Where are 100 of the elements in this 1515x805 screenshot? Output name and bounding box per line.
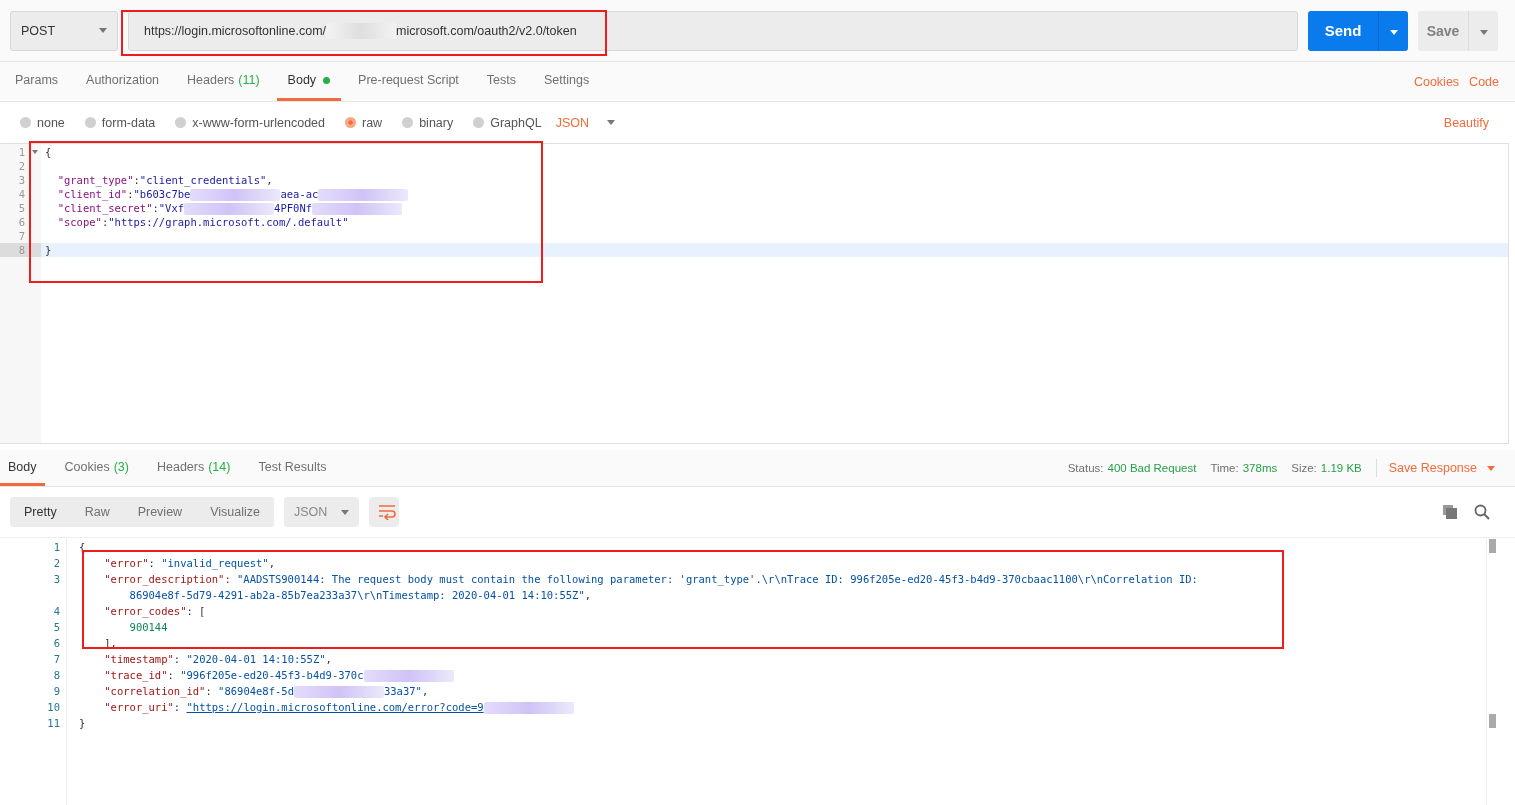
code-text: : — [173, 653, 182, 665]
response-tab[interactable]: Cookies (3) — [56, 450, 137, 486]
code-text: "grant_type" — [56, 174, 134, 186]
link[interactable]: Code — [1469, 74, 1499, 89]
body-type-radio[interactable]: form-data — [84, 115, 156, 130]
line-number: 1 — [17, 145, 25, 159]
caret-icon — [1479, 29, 1488, 35]
code-text: : — [173, 701, 182, 713]
line-number: 2 — [53, 557, 60, 569]
copy-icon[interactable] — [1442, 504, 1458, 520]
caret-icon — [606, 120, 615, 125]
code-text: , — [266, 174, 273, 186]
line-number: 7 — [53, 653, 60, 665]
code-text: 4PF0Nf — [274, 202, 313, 214]
code-text: "https://graph.microsoft.com/.default" — [108, 216, 349, 228]
request-tab[interactable]: Body — [276, 62, 342, 101]
code-text: "error" — [103, 557, 149, 569]
view-mode-tab[interactable]: Preview — [123, 497, 197, 527]
request-tab[interactable]: Settings — [533, 62, 601, 101]
url-text: https://login.microsoftonline.com/ — [144, 23, 327, 38]
code-text: "client_credentials" — [139, 174, 267, 186]
meta-label: Status: — [1067, 462, 1104, 474]
line-number: 7 — [17, 229, 25, 243]
code-text: "correlation_id" — [103, 685, 206, 697]
line-number: 5 — [53, 621, 60, 633]
save-button[interactable]: Save — [1418, 10, 1468, 51]
response-tab[interactable]: Body — [0, 450, 45, 486]
code-text: "trace_id" — [103, 669, 168, 681]
view-mode-tab[interactable]: Raw — [70, 497, 124, 527]
code-text: : — [205, 685, 213, 697]
code-text: "invalid_request" — [161, 557, 269, 569]
line-number: 6 — [53, 637, 60, 649]
body-type-radio[interactable]: binary — [402, 115, 454, 130]
code-text: "86904e8f-5d — [218, 685, 294, 697]
code-text: "AADSTS900144: The request body must contain the following parameter: 'grant_type'.\r\nTrace ID: 996f205e-ed20-45f3-b4d9-370cbaac1100\r\nCorrelation ID: — [237, 573, 1198, 585]
code-text: aea-ac — [280, 188, 319, 200]
search-icon[interactable] — [1474, 504, 1490, 520]
view-mode-tab[interactable]: Pretty — [10, 497, 71, 527]
request-tab[interactable]: Headers (11) — [176, 62, 271, 101]
meta-label: Size: — [1291, 462, 1317, 474]
code-text: { — [45, 146, 52, 158]
request-tab[interactable]: Tests — [475, 62, 528, 101]
line-number: 1 — [53, 541, 60, 553]
response-tab[interactable]: Headers (14) — [148, 450, 239, 486]
meta-value: 1.19 KB — [1320, 462, 1362, 474]
format-dropdown[interactable]: JSON — [555, 115, 615, 130]
code-text: "scope" — [56, 216, 102, 228]
code-text: 900144 — [128, 621, 168, 633]
link[interactable]: Cookies — [1413, 74, 1460, 89]
send-button[interactable]: Send — [1308, 10, 1378, 51]
code-text: "b603c7be — [133, 188, 191, 200]
code-text: "error_uri" — [103, 701, 174, 713]
request-tab[interactable]: Authorization — [75, 62, 171, 101]
line-number: 8 — [17, 243, 25, 257]
send-menu-button[interactable] — [1378, 10, 1408, 51]
line-number: 2 — [17, 159, 25, 173]
code-text: : [ — [186, 605, 206, 617]
code-text: , — [325, 653, 332, 665]
code-text: "996f205e-ed20-45f3-b4d9-370c — [180, 669, 364, 681]
code-text: "Vxf — [158, 202, 185, 214]
meta-value: 400 Bad Request — [1107, 462, 1197, 474]
body-type-radio[interactable]: none — [20, 115, 65, 130]
line-number: 5 — [17, 201, 25, 215]
code-text: "error_codes" — [103, 605, 187, 617]
code-text: : — [148, 557, 156, 569]
caret-icon — [99, 28, 107, 33]
code-text: 33a37" — [383, 685, 422, 697]
body-type-radio[interactable]: raw — [345, 115, 383, 130]
line-number: 6 — [17, 215, 25, 229]
view-mode-tab[interactable]: Visualize — [196, 497, 274, 527]
request-tab[interactable]: Pre-request Script — [347, 62, 470, 101]
code-text: 86904e8f-5d79-4291-ab2a-85b7ea233a37\r\nTimestamp: 2020-04-01 14:10:55Z" — [128, 589, 585, 601]
code-text: "timestamp" — [103, 653, 174, 665]
caret-icon — [341, 509, 350, 515]
save-response-button[interactable]: Save Response — [1388, 450, 1495, 486]
line-number: 10 — [47, 701, 60, 713]
code-text: , — [584, 589, 592, 601]
code-text: : — [167, 669, 175, 681]
method-dropdown[interactable]: POST — [10, 10, 118, 51]
body-type-radio[interactable]: x-www-form-urlencoded — [175, 115, 325, 130]
code-text: : — [127, 188, 134, 200]
url-text: microsoft.com/oauth2/v2.0/token — [396, 23, 577, 38]
code-link[interactable]: "https://login.microsoftonline.com/error?code=9 — [186, 701, 484, 713]
beautify-link[interactable]: Beautify — [1443, 115, 1489, 130]
code-text: , — [421, 685, 429, 697]
line-number: 9 — [53, 685, 60, 697]
wrap-lines-button[interactable] — [369, 497, 400, 527]
code-text: "client_id" — [56, 188, 128, 200]
response-tab[interactable]: Test Results — [250, 450, 335, 486]
request-tab[interactable]: Params — [4, 62, 70, 101]
code-text: : — [152, 202, 159, 214]
code-text: "error_description": — [103, 573, 232, 585]
wrap-lines-icon — [377, 504, 398, 520]
url-field[interactable]: https://login.microsoftonline.com/ microsoft.com/oauth2/v2.0/token — [128, 10, 1298, 51]
line-number: 11 — [47, 717, 60, 729]
line-number: 4 — [53, 605, 60, 617]
body-type-radio[interactable]: GraphQL — [473, 115, 542, 130]
caret-icon — [1389, 29, 1398, 35]
fold-caret-icon[interactable] — [32, 150, 38, 154]
format-dropdown[interactable]: JSON — [283, 497, 360, 527]
